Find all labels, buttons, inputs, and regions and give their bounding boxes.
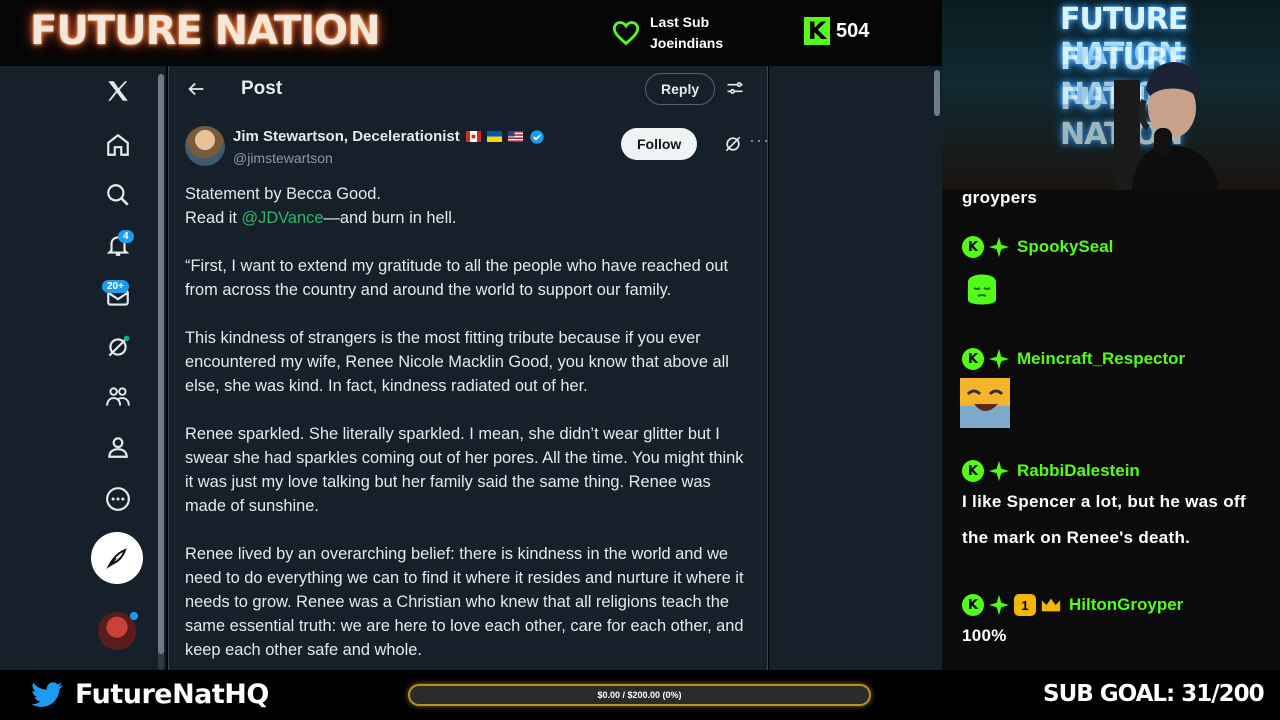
chat-message: K SpookySeal — [962, 236, 1113, 313]
stream-bottom-bar: FutureNatHQ $0.00 / $200.00 (0%) SUB GOA… — [0, 670, 1280, 720]
sub-goal-text: SUB GOAL: 31/200 — [1043, 681, 1265, 707]
chat-text: groypers — [962, 190, 1038, 207]
author-name-row[interactable]: Jim Stewartson, Decelerationist — [233, 128, 545, 145]
kick-badge-icon: K — [962, 348, 984, 370]
blob-emote-icon — [968, 274, 996, 305]
kick-badge-icon: K — [962, 460, 984, 482]
post-body: Statement by Becca Good. Read it @JDVanc… — [185, 182, 755, 670]
x-sidebar-nav: 4 20+ — [0, 66, 166, 670]
subscriber-badge-icon — [988, 348, 1010, 370]
subscriber-badge-icon — [988, 594, 1010, 616]
more-menu-icon[interactable]: ··· — [749, 130, 767, 151]
chat-text: I like Spencer a lot, but he was off the… — [962, 492, 1246, 547]
chat-text: 100% — [962, 626, 1007, 645]
post-paragraph-1: “First, I want to extend my gratitude to… — [185, 257, 729, 299]
mention-link[interactable]: @JDVance — [242, 209, 324, 227]
heart-icon — [612, 21, 640, 46]
twitter-handle: FutureNatHQ — [75, 679, 269, 710]
post-paragraph-4: Renee lived by an overarching belief: th… — [185, 545, 744, 659]
adjust-icon[interactable] — [725, 78, 745, 98]
author-name: Jim Stewartson, Decelerationist — [233, 128, 460, 145]
page-title: Post — [241, 78, 283, 99]
stream-chat: groypers K SpookySeal K Meincraft_Respec… — [942, 190, 1280, 670]
follow-button[interactable]: Follow — [621, 128, 698, 160]
chat-message: K 1 HiltonGroyper 100% — [962, 594, 1183, 654]
streamer-silhouette — [1114, 62, 1219, 190]
grok-icon[interactable] — [103, 332, 133, 362]
canada-flag-icon — [465, 131, 481, 142]
future-nation-logo: FUTURE NATION — [30, 8, 381, 54]
post-author-row: Jim Stewartson, Decelerationist @jimstew… — [185, 126, 767, 170]
kick-badge-icon: K — [962, 594, 984, 616]
page-scrollbar[interactable] — [932, 66, 942, 670]
kick-logo-icon: K — [804, 17, 830, 45]
chat-username[interactable]: RabbiDalestein — [1017, 461, 1140, 481]
messages-badge: 20+ — [102, 280, 129, 293]
profile-icon[interactable] — [103, 432, 133, 462]
donation-goal-text: $0.00 / $200.00 (0%) — [597, 690, 682, 700]
last-sub-widget: Last Sub Joeindians — [612, 12, 723, 54]
x-logo-icon[interactable] — [103, 76, 133, 106]
communities-icon[interactable] — [103, 382, 133, 412]
search-icon[interactable] — [103, 180, 133, 210]
author-avatar[interactable] — [185, 126, 225, 166]
chat-username[interactable]: HiltonGroyper — [1069, 595, 1183, 615]
more-options-icon[interactable] — [103, 484, 133, 514]
usa-flag-icon — [507, 131, 523, 142]
kick-badge-icon: K — [962, 236, 984, 258]
chat-username[interactable]: Meincraft_Respector — [1017, 349, 1185, 369]
post-line-1: Statement by Becca Good. — [185, 185, 381, 203]
post-header: Post Reply — [169, 66, 767, 112]
post-line-2-suffix: —and burn in hell. — [323, 209, 457, 227]
compose-post-button[interactable] — [91, 532, 143, 584]
chat-message: K RabbiDalestein I like Spencer a lot, b… — [962, 460, 1262, 556]
grok-explain-icon[interactable] — [723, 134, 743, 154]
viewer-count: 504 — [836, 19, 870, 42]
post-detail-column: Post Reply Jim Stewartson, Decelerationi… — [168, 66, 768, 670]
donation-goal-bar: $0.00 / $200.00 (0%) — [408, 684, 871, 706]
last-sub-label: Last Sub — [650, 14, 710, 30]
verified-badge-icon — [530, 129, 544, 144]
chat-message-partial: groypers — [962, 190, 1037, 216]
account-avatar[interactable] — [98, 612, 138, 650]
reply-button[interactable]: Reply — [645, 73, 716, 105]
post-paragraph-2: This kindness of strangers is the most f… — [185, 329, 729, 395]
back-arrow-icon[interactable] — [185, 78, 207, 100]
post-line-2-prefix: Read it — [185, 209, 242, 227]
chat-username[interactable]: SpookySeal — [1017, 237, 1113, 257]
kick-viewer-count: K 504 — [804, 17, 869, 45]
one-month-badge-icon: 1 — [1014, 594, 1036, 616]
sidebar-scrollbar[interactable] — [158, 74, 164, 670]
laughing-emote-icon — [960, 378, 1010, 428]
crown-badge-icon — [1041, 598, 1061, 612]
chat-message: K Meincraft_Respector — [960, 348, 1185, 433]
author-handle[interactable]: @jimstewartson — [233, 150, 333, 166]
ukraine-flag-icon — [486, 131, 502, 142]
notifications-badge: 4 — [118, 230, 134, 243]
subscriber-badge-icon — [988, 460, 1010, 482]
feather-pen-icon — [106, 548, 127, 569]
webcam-feed: FUTURE NATION FUTURE NATION FUTURE NATIO… — [942, 0, 1280, 190]
twitter-bird-icon — [32, 682, 63, 707]
stream-top-bar: FUTURE NATION Last Sub Joeindians K 504 — [0, 0, 942, 66]
last-sub-name: Joeindians — [650, 35, 724, 51]
subscriber-badge-icon — [988, 236, 1010, 258]
post-paragraph-3: Renee sparkled. She literally sparkled. … — [185, 425, 744, 515]
home-icon[interactable] — [103, 130, 133, 160]
right-column — [769, 66, 932, 670]
